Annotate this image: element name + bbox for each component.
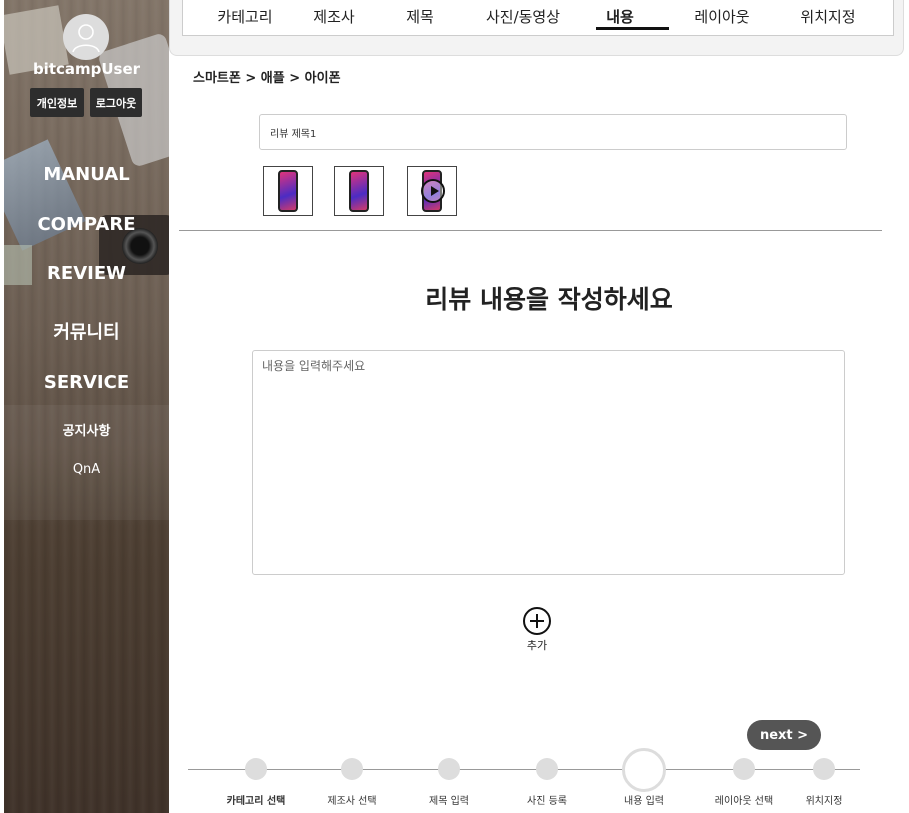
step-dot <box>438 758 460 780</box>
stepper-line <box>188 769 860 770</box>
step-dot-current <box>622 748 666 792</box>
step-label: 내용 입력 <box>624 796 664 807</box>
avatar[interactable] <box>63 14 109 60</box>
username: bitcampUser <box>32 60 141 78</box>
phone-image <box>349 170 369 212</box>
step-label: 위치지정 <box>805 796 843 807</box>
tab-photo-video[interactable]: 사진/동영상 <box>486 6 560 27</box>
logout-button[interactable]: 로그아웃 <box>90 88 142 117</box>
tab-title[interactable]: 제목 <box>406 6 434 27</box>
step-label: 제조사 선택 <box>327 796 377 807</box>
nav-community[interactable]: 커뮤니티 <box>4 318 169 344</box>
profile-button[interactable]: 개인정보 <box>30 88 84 117</box>
media-thumbnail[interactable] <box>334 166 384 216</box>
nav-notice[interactable]: 공지사항 <box>4 420 169 439</box>
tab-content[interactable]: 내용 <box>606 6 634 27</box>
sidebar: bitcampUser 개인정보 로그아웃 MANUAL COMPARE REV… <box>4 0 169 813</box>
media-thumbnail[interactable] <box>263 166 313 216</box>
active-tab-indicator <box>596 27 669 30</box>
step-dot <box>813 758 835 780</box>
nav-service[interactable]: SERVICE <box>4 372 169 393</box>
step-dot <box>733 758 755 780</box>
step-tab-bar: 카테고리 제조사 제목 사진/동영상 내용 레이아웃 위치지정 <box>169 0 904 56</box>
step-label: 제목 입력 <box>429 796 469 807</box>
page-heading: 리뷰 내용을 작성하세요 <box>425 285 673 314</box>
phone-image <box>278 170 298 212</box>
tab-list: 카테고리 제조사 제목 사진/동영상 내용 레이아웃 위치지정 <box>182 0 894 36</box>
step-label: 카테고리 선택 <box>226 796 286 807</box>
review-content-textarea[interactable] <box>252 350 845 575</box>
nav-review[interactable]: REVIEW <box>4 263 169 284</box>
step-label: 레이아웃 선택 <box>714 796 774 807</box>
tab-category[interactable]: 카테고리 <box>217 6 272 27</box>
add-button[interactable]: 추가 <box>507 607 567 653</box>
video-thumbnail[interactable] <box>407 166 457 216</box>
step-dot <box>245 758 267 780</box>
add-label: 추가 <box>526 639 548 652</box>
step-dot <box>341 758 363 780</box>
divider <box>179 230 882 231</box>
step-label: 사진 등록 <box>527 796 567 807</box>
tab-layout[interactable]: 레이아웃 <box>694 6 749 27</box>
nav-qna[interactable]: QnA <box>4 462 169 477</box>
user-icon <box>72 24 100 53</box>
next-button[interactable]: next > <box>747 720 821 750</box>
tab-manufacturer[interactable]: 제조사 <box>313 6 354 27</box>
review-title-input[interactable] <box>259 114 847 150</box>
nav-compare[interactable]: COMPARE <box>4 214 169 235</box>
play-icon <box>421 179 445 203</box>
breadcrumb: 스마트폰 > 애플 > 아이폰 <box>193 71 341 86</box>
step-dot <box>536 758 558 780</box>
plus-circle-icon <box>523 607 551 635</box>
tab-location[interactable]: 위치지정 <box>800 6 855 27</box>
nav-manual[interactable]: MANUAL <box>4 164 169 185</box>
